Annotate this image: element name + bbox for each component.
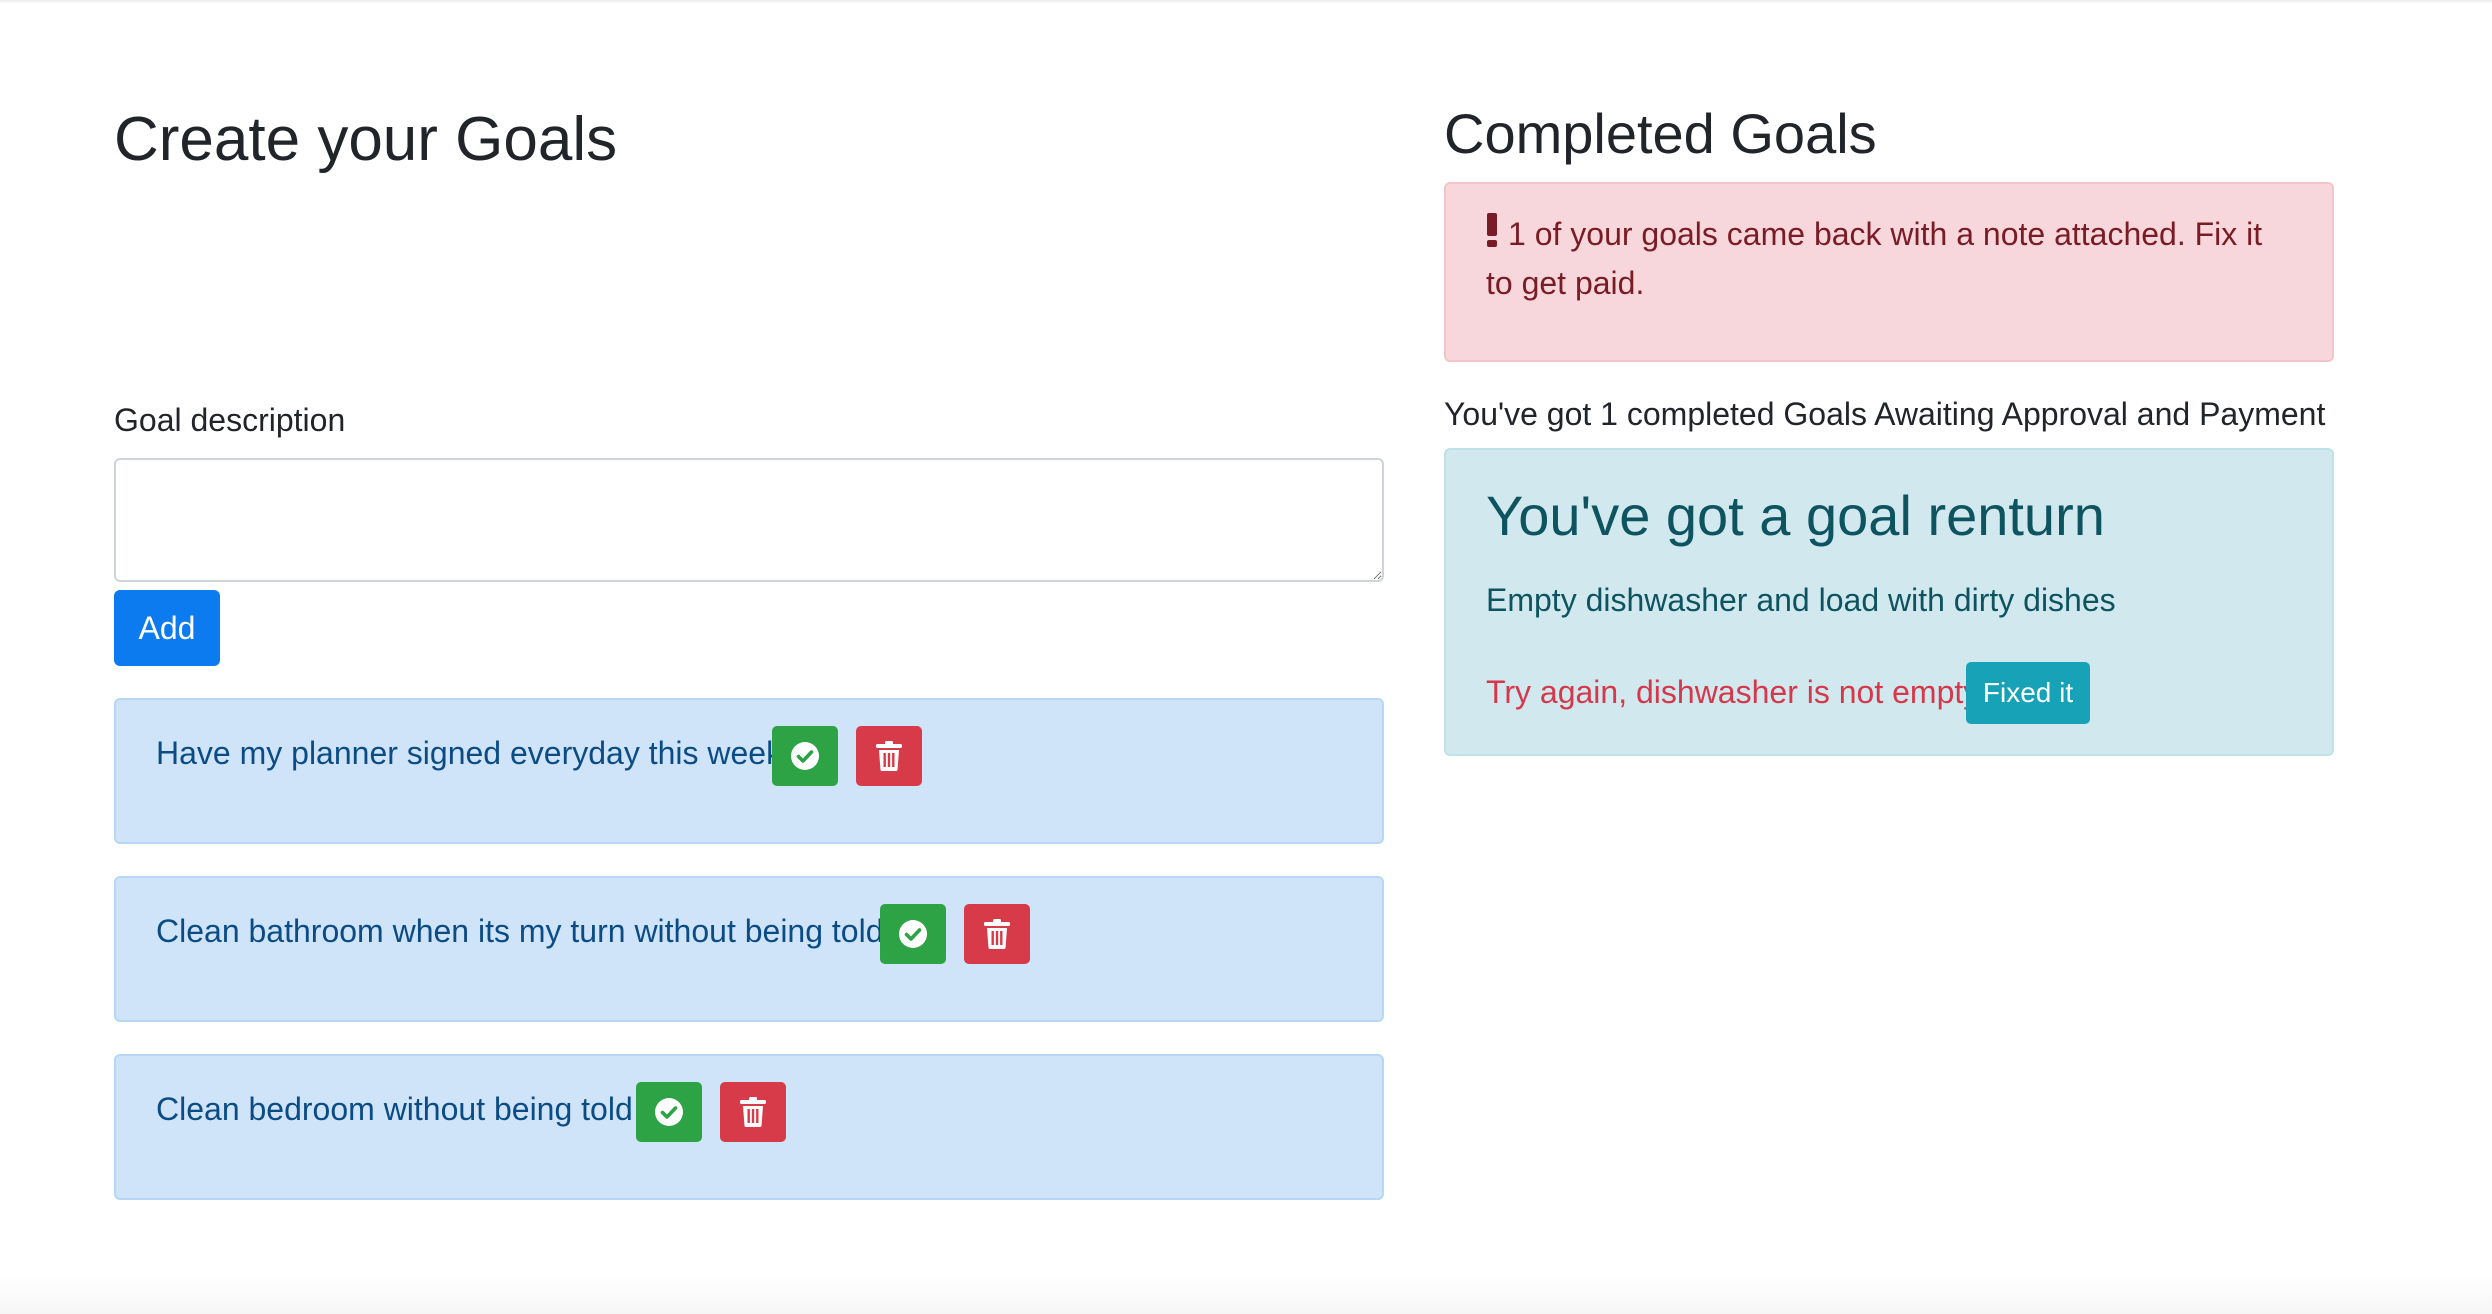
check-circle-icon <box>655 1098 683 1126</box>
goal-description-input[interactable] <box>114 458 1384 582</box>
complete-goal-button[interactable] <box>880 904 946 964</box>
goal-text: Have my planner signed everyday this wee… <box>156 735 783 771</box>
trash-icon <box>984 919 1010 949</box>
check-circle-icon <box>791 742 819 770</box>
exclamation-icon <box>1486 213 1498 247</box>
delete-goal-button[interactable] <box>720 1082 786 1142</box>
page-title: Create your Goals <box>114 105 618 174</box>
goal-text: Clean bathroom when its my turn without … <box>156 913 884 949</box>
return-card-title: You've got a goal renturn <box>1486 484 2105 547</box>
complete-goal-button[interactable] <box>636 1082 702 1142</box>
completed-goals-title: Completed Goals <box>1444 102 1877 165</box>
delete-goal-button[interactable] <box>964 904 1030 964</box>
trash-icon <box>740 1097 766 1127</box>
bottom-band <box>0 1274 2492 1314</box>
trash-icon <box>876 741 902 771</box>
returned-goal-description: Empty dishwasher and load with dirty dis… <box>1486 582 2116 618</box>
fixed-it-button[interactable]: Fixed it <box>1966 662 2090 724</box>
awaiting-approval-text: You've got 1 completed Goals Awaiting Ap… <box>1444 396 2326 432</box>
page: Create your Goals Goal description Add H… <box>0 0 2492 1314</box>
goal-card: Have my planner signed everyday this wee… <box>114 698 1384 844</box>
goal-card: Clean bedroom without being told <box>114 1054 1384 1200</box>
goal-description-label: Goal description <box>114 402 346 438</box>
alert-text: 1 of your goals came back with a note at… <box>1486 216 2263 301</box>
goal-text: Clean bedroom without being told <box>156 1091 633 1127</box>
top-shadow <box>0 0 2492 4</box>
returned-goal-alert: 1 of your goals came back with a note at… <box>1444 182 2334 362</box>
delete-goal-button[interactable] <box>856 726 922 786</box>
add-goal-button[interactable]: Add <box>114 590 220 666</box>
complete-goal-button[interactable] <box>772 726 838 786</box>
goal-card: Clean bathroom when its my turn without … <box>114 876 1384 1022</box>
check-circle-icon <box>899 920 927 948</box>
return-note: Try again, dishwasher is not empty <box>1486 674 1980 710</box>
goal-return-card: You've got a goal renturn Empty dishwash… <box>1444 448 2334 756</box>
